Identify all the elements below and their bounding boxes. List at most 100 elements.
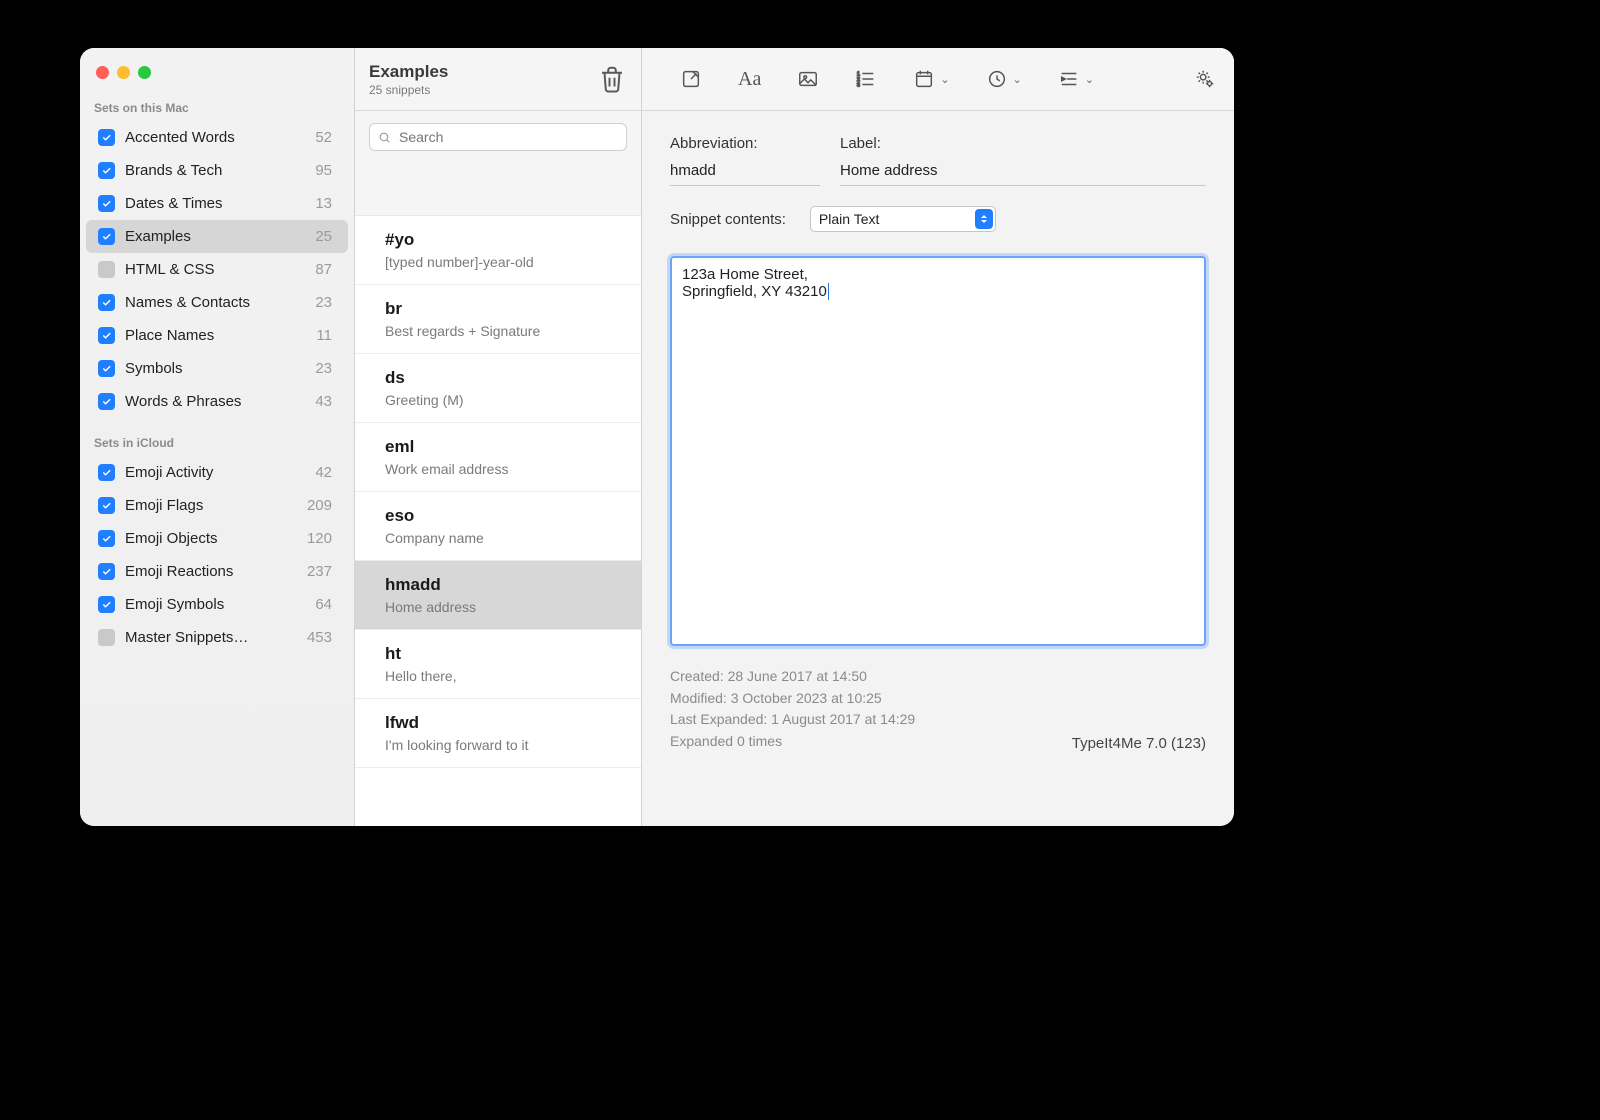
set-count: 23 bbox=[315, 360, 332, 377]
set-checkbox[interactable] bbox=[98, 195, 115, 212]
set-checkbox[interactable] bbox=[98, 228, 115, 245]
indent-button[interactable]: ⌄ bbox=[1058, 68, 1094, 90]
sidebar-set-row[interactable]: Accented Words52 bbox=[86, 121, 348, 154]
search-field[interactable] bbox=[369, 123, 627, 151]
set-count: 209 bbox=[307, 497, 332, 514]
snippet-desc: Work email address bbox=[385, 461, 627, 477]
snippet-content-editor[interactable]: 123a Home Street, Springfield, XY 43210 bbox=[670, 256, 1206, 646]
snippet-row[interactable]: dsGreeting (M) bbox=[355, 354, 641, 423]
sidebar-set-row[interactable]: HTML & CSS87 bbox=[86, 253, 348, 286]
sidebar-set-row[interactable]: Dates & Times13 bbox=[86, 187, 348, 220]
set-count: 87 bbox=[315, 261, 332, 278]
list-button[interactable]: 123 bbox=[855, 68, 877, 90]
set-checkbox[interactable] bbox=[98, 596, 115, 613]
snippet-row[interactable]: ht Hello there, bbox=[355, 630, 641, 699]
snippet-desc: [typed number]-year-old bbox=[385, 254, 627, 270]
font-icon: Aa bbox=[738, 68, 761, 91]
detail-pane: Aa 123 ⌄ ⌄ ⌄ bbox=[642, 48, 1234, 826]
set-checkbox[interactable] bbox=[98, 563, 115, 580]
sidebar-set-row[interactable]: Emoji Symbols64 bbox=[86, 588, 348, 621]
abbreviation-input[interactable] bbox=[670, 158, 820, 186]
set-count: 43 bbox=[315, 393, 332, 410]
snippet-list-pane: Examples 25 snippets #yo [typed number]-y… bbox=[355, 48, 642, 826]
set-count: 25 bbox=[315, 228, 332, 245]
set-count: 42 bbox=[315, 464, 332, 481]
text-caret bbox=[828, 283, 829, 300]
snippet-row[interactable]: #yo [typed number]-year-old bbox=[355, 216, 641, 285]
sidebar-section-icloud: Sets in iCloud bbox=[80, 432, 354, 456]
font-button[interactable]: Aa bbox=[738, 68, 761, 91]
set-name: Dates & Times bbox=[125, 195, 315, 212]
set-checkbox[interactable] bbox=[98, 261, 115, 278]
sidebar-set-row[interactable]: Place Names11 bbox=[86, 319, 348, 352]
set-name: Brands & Tech bbox=[125, 162, 315, 179]
snippet-abbr: ht bbox=[385, 644, 627, 664]
abbreviation-label: Abbreviation: bbox=[670, 135, 820, 152]
delete-button[interactable] bbox=[597, 64, 627, 94]
sidebar-section-mac: Sets on this Mac bbox=[80, 97, 354, 121]
compose-button[interactable] bbox=[680, 68, 702, 90]
sidebar-set-row[interactable]: Examples25 bbox=[86, 220, 348, 253]
set-count: 23 bbox=[315, 294, 332, 311]
snippet-row[interactable]: esoCompany name bbox=[355, 492, 641, 561]
image-button[interactable] bbox=[797, 68, 819, 90]
sidebar-set-row[interactable]: Emoji Flags209 bbox=[86, 489, 348, 522]
set-checkbox[interactable] bbox=[98, 464, 115, 481]
sidebar-set-row[interactable]: Brands & Tech95 bbox=[86, 154, 348, 187]
zoom-window-button[interactable] bbox=[138, 66, 151, 79]
sidebar-set-row[interactable]: Emoji Activity42 bbox=[86, 456, 348, 489]
snippet-abbr: eml bbox=[385, 437, 627, 457]
set-name: Emoji Reactions bbox=[125, 563, 307, 580]
set-count: 64 bbox=[315, 596, 332, 613]
snippet-desc: Home address bbox=[385, 599, 627, 615]
set-checkbox[interactable] bbox=[98, 629, 115, 646]
snippet-row[interactable]: hmaddHome address bbox=[355, 561, 641, 630]
set-title: Examples bbox=[369, 62, 597, 82]
snippet-desc: I'm looking forward to it bbox=[385, 737, 627, 753]
svg-text:3: 3 bbox=[857, 82, 860, 88]
set-checkbox[interactable] bbox=[98, 162, 115, 179]
snippet-row[interactable]: lfwd I'm looking forward to it bbox=[355, 699, 641, 768]
editor-toolbar: Aa 123 ⌄ ⌄ ⌄ bbox=[642, 48, 1234, 111]
search-input[interactable] bbox=[397, 128, 618, 146]
set-checkbox[interactable] bbox=[98, 294, 115, 311]
snippet-desc: Hello there, bbox=[385, 668, 627, 684]
content-type-select[interactable]: Plain Text bbox=[810, 206, 996, 232]
close-window-button[interactable] bbox=[96, 66, 109, 79]
compose-icon bbox=[680, 68, 702, 90]
sidebar-set-row[interactable]: Symbols23 bbox=[86, 352, 348, 385]
set-checkbox[interactable] bbox=[98, 327, 115, 344]
label-input[interactable] bbox=[840, 158, 1206, 186]
sidebar-set-row[interactable]: Emoji Objects120 bbox=[86, 522, 348, 555]
snippet-list[interactable]: #yo [typed number]-year-old brBest regards… bbox=[355, 216, 641, 826]
snippet-abbr: lfwd bbox=[385, 713, 627, 733]
set-count: 453 bbox=[307, 629, 332, 646]
set-snippet-count: 25 snippets bbox=[369, 83, 597, 97]
set-checkbox[interactable] bbox=[98, 530, 115, 547]
snippet-row[interactable]: eml Work email address bbox=[355, 423, 641, 492]
minimize-window-button[interactable] bbox=[117, 66, 130, 79]
sidebar-set-row[interactable]: Emoji Reactions237 bbox=[86, 555, 348, 588]
chevron-down-icon: ⌄ bbox=[940, 73, 949, 86]
snippet-abbr: #yo bbox=[385, 230, 627, 250]
set-name: Accented Words bbox=[125, 129, 315, 146]
set-count: 11 bbox=[316, 327, 332, 344]
sidebar-set-row[interactable]: Words & Phrases43 bbox=[86, 385, 348, 418]
set-count: 52 bbox=[315, 129, 332, 146]
time-button[interactable]: ⌄ bbox=[986, 68, 1022, 90]
date-button[interactable]: ⌄ bbox=[913, 68, 949, 90]
sidebar-set-row[interactable]: Names & Contacts23 bbox=[86, 286, 348, 319]
settings-button[interactable] bbox=[1194, 68, 1216, 90]
set-checkbox[interactable] bbox=[98, 360, 115, 377]
calendar-icon bbox=[913, 68, 935, 90]
snippet-abbr: br bbox=[385, 299, 627, 319]
snippet-abbr: ds bbox=[385, 368, 627, 388]
chevron-down-icon: ⌄ bbox=[1013, 73, 1022, 86]
set-count: 13 bbox=[315, 195, 332, 212]
set-checkbox[interactable] bbox=[98, 497, 115, 514]
snippet-row[interactable]: brBest regards + Signature bbox=[355, 285, 641, 354]
set-checkbox[interactable] bbox=[98, 129, 115, 146]
set-checkbox[interactable] bbox=[98, 393, 115, 410]
sidebar-set-row[interactable]: Master Snippets…453 bbox=[86, 621, 348, 654]
meta-expanded: Expanded 0 times bbox=[670, 731, 1052, 753]
